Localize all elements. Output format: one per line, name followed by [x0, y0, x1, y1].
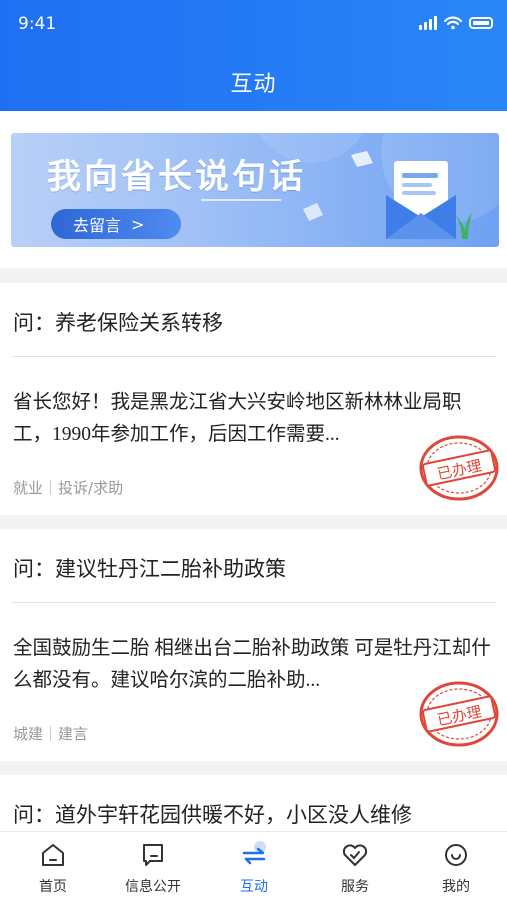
divider — [11, 356, 496, 357]
tab-info[interactable]: 信息公开 — [103, 832, 203, 901]
post-card[interactable]: 问：建议牡丹江二胎补助政策 全国鼓励生二胎 相继出台二胎补助政策 可是牡丹江却什… — [0, 529, 507, 761]
message-icon — [143, 844, 163, 866]
profile-icon — [445, 844, 467, 866]
tab-service[interactable]: 服务 — [305, 832, 405, 901]
wifi-icon — [444, 16, 462, 30]
tab-profile[interactable]: 我的 — [406, 832, 506, 901]
battery-icon — [469, 17, 493, 29]
leave-message-label: 去留言 — [73, 216, 122, 235]
processed-stamp: 已办理 — [419, 681, 499, 747]
post-card[interactable]: 问：道外宇轩花园供暖不好，小区没人维修 — [0, 775, 507, 835]
page-title: 互动 — [230, 72, 277, 97]
processed-stamp: 已办理 — [419, 435, 499, 501]
banner-title: 我向省长说句话 — [47, 158, 306, 196]
tag: 就业 — [13, 479, 44, 497]
tab-label: 信息公开 — [125, 879, 181, 895]
tab-label: 首页 — [39, 879, 67, 895]
interact-icon — [242, 841, 266, 865]
tag: 建言 — [58, 725, 89, 743]
app-header: 9:41 互动 — [0, 0, 507, 111]
status-icons — [419, 16, 493, 30]
tag: 投诉/求助 — [58, 479, 124, 497]
tab-label: 服务 — [341, 879, 369, 895]
tab-label: 互动 — [240, 879, 268, 895]
post-tags: 就业 投诉/求助 — [13, 477, 123, 498]
home-icon — [42, 844, 64, 866]
tab-interact[interactable]: 互动 — [204, 832, 304, 901]
post-tags: 城建 建言 — [13, 723, 88, 744]
status-time: 9:41 — [18, 14, 57, 34]
banner-divider — [201, 199, 281, 201]
post-question: 问：建议牡丹江二胎补助政策 — [13, 557, 286, 581]
tag: 城建 — [13, 725, 44, 743]
tag-separator — [50, 480, 52, 495]
post-card[interactable]: 问：养老保险关系转移 省长您好！我是黑龙江省大兴安岭地区新林林业局职工，1990… — [0, 283, 507, 515]
tab-home[interactable]: 首页 — [3, 832, 103, 901]
envelope-icon — [386, 161, 472, 239]
governor-message-banner[interactable]: 我向省长说句话 去留言 > — [11, 133, 499, 247]
post-question: 问：养老保险关系转移 — [13, 311, 223, 335]
tab-label: 我的 — [442, 879, 470, 895]
bottom-tab-bar: 首页 信息公开 互动 服务 我的 — [0, 831, 507, 901]
divider — [11, 602, 496, 603]
post-question: 问：道外宇轩花园供暖不好，小区没人维修 — [13, 803, 412, 827]
heart-icon — [342, 844, 368, 866]
chevron-right-icon: > — [131, 214, 145, 234]
banner-section: 我向省长说句话 去留言 > — [0, 111, 507, 268]
tag-separator — [50, 726, 52, 741]
leave-message-button[interactable]: 去留言 > — [51, 209, 181, 239]
signal-icon — [419, 16, 437, 30]
